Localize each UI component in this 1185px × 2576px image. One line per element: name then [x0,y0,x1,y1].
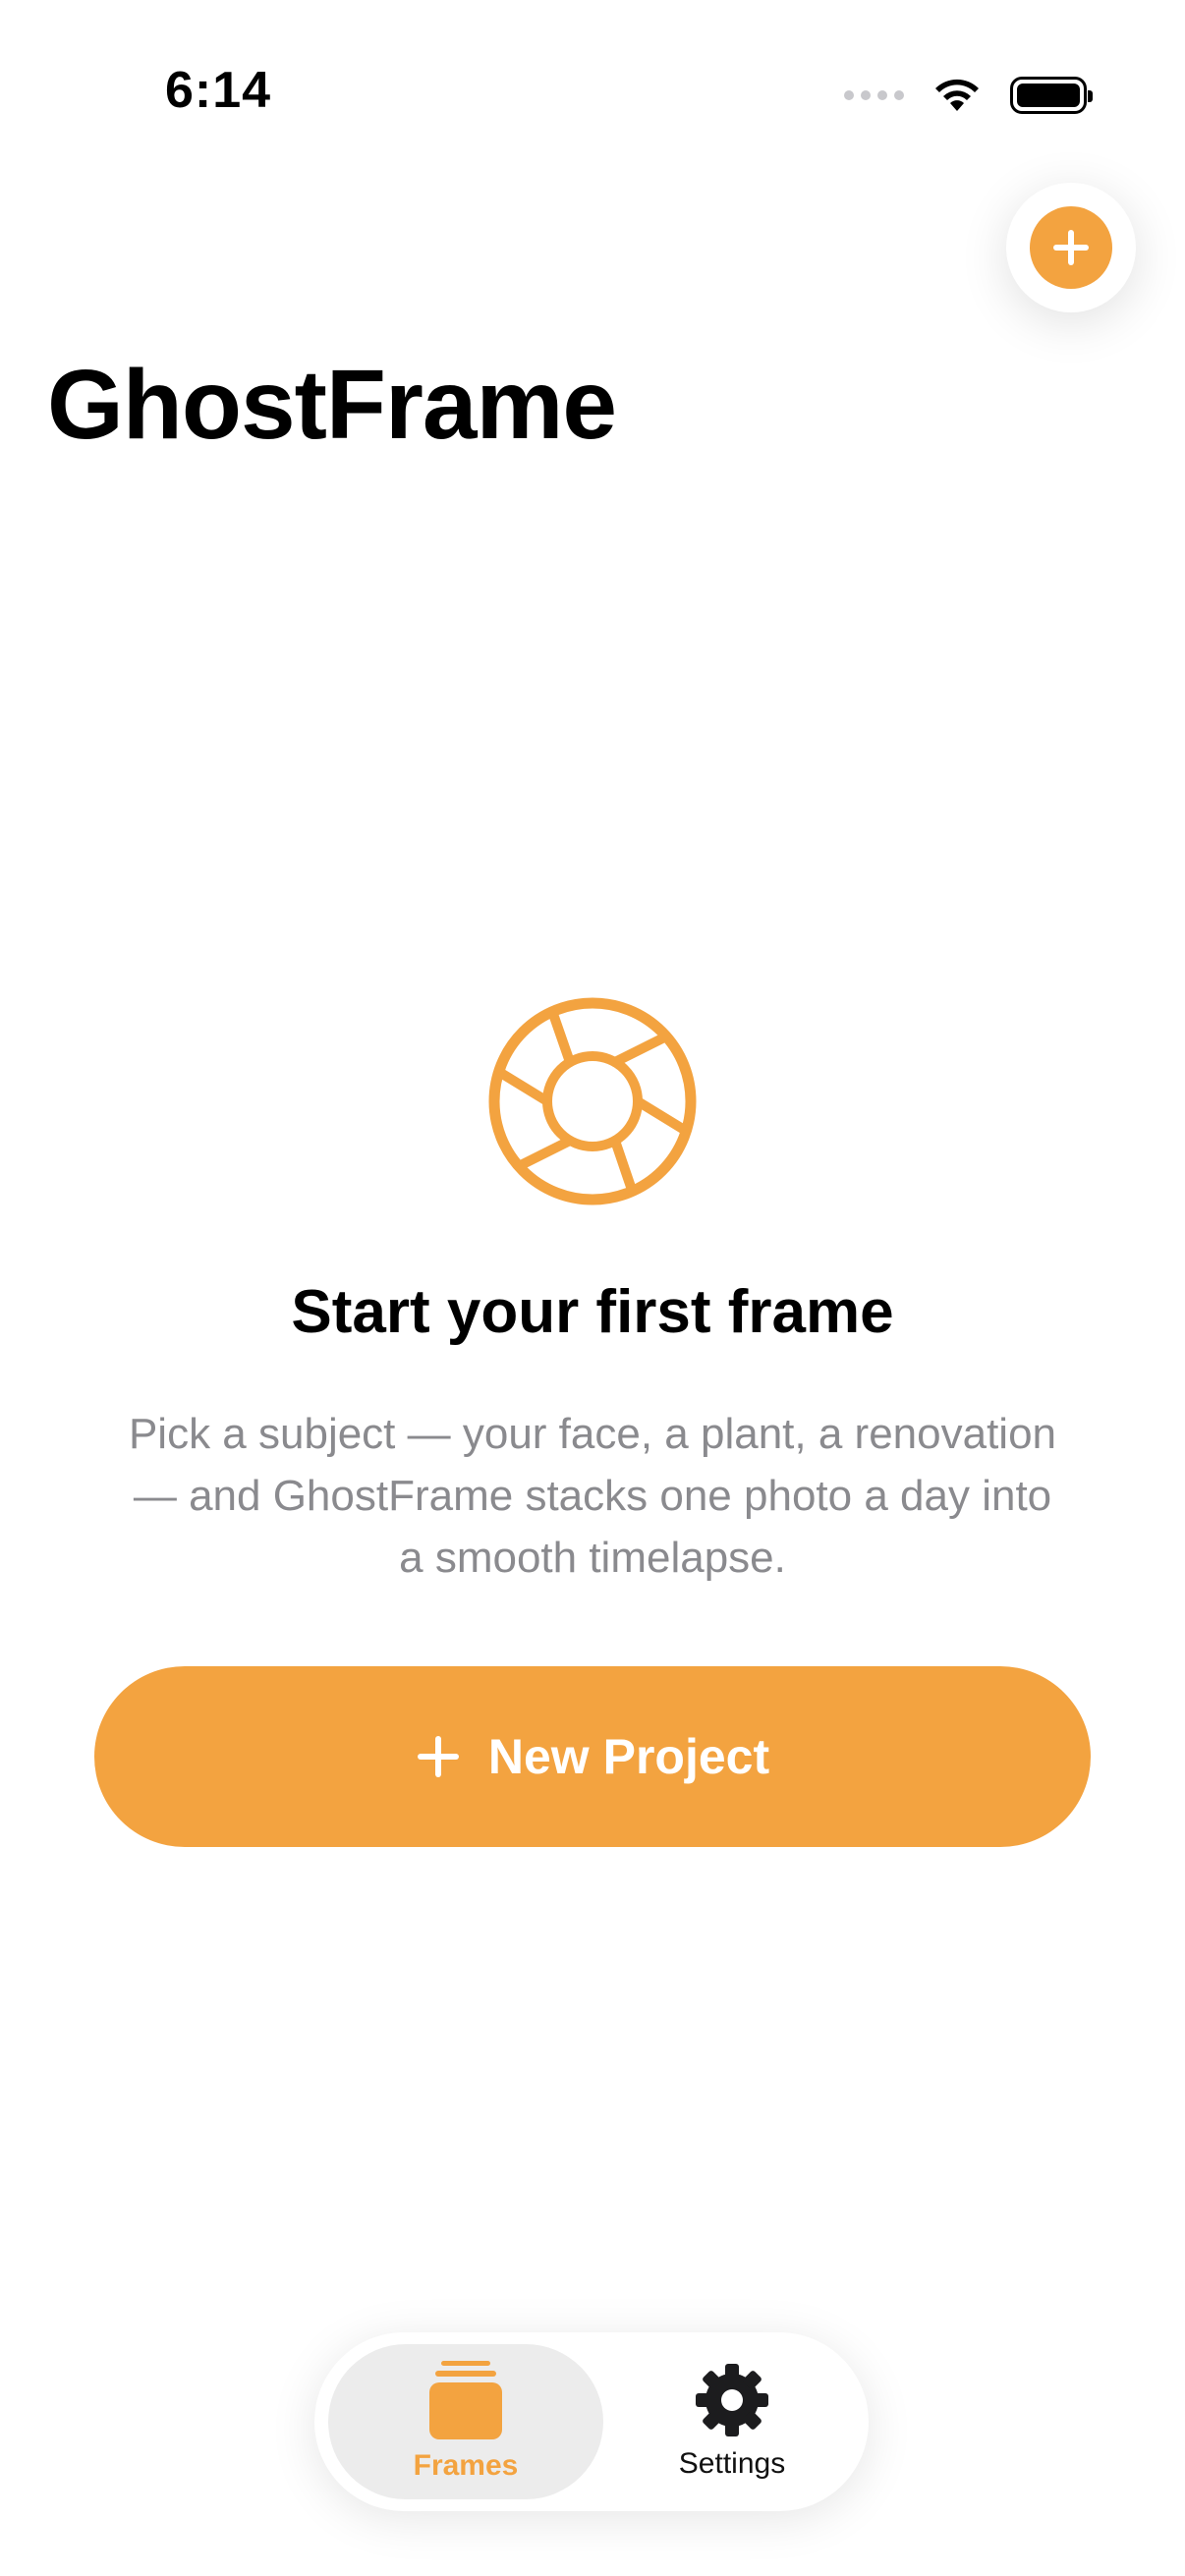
tab-settings[interactable]: Settings [609,2344,855,2499]
frames-stack-icon [429,2361,502,2439]
tab-bar: Frames Settings [314,2332,869,2511]
status-icons [844,71,1093,120]
tab-settings-label: Settings [678,2447,786,2480]
gear-icon [696,2364,768,2436]
wifi-icon [935,79,979,111]
new-project-button[interactable]: New Project [94,1666,1091,1847]
tab-frames-label: Frames [413,2449,519,2482]
plus-icon [1030,206,1112,289]
empty-state-title: Start your first frame [291,1278,894,1346]
status-time: 6:14 [165,62,272,119]
new-project-label: New Project [487,1729,770,1784]
aperture-icon [488,997,697,1205]
plus-icon [417,1736,459,1777]
battery-icon [1010,77,1093,114]
tab-frames[interactable]: Frames [328,2344,603,2499]
empty-state-description: Pick a subject — your face, a plant, a r… [128,1410,1057,1582]
cellular-signal-icon [844,90,904,100]
add-project-button[interactable] [1006,183,1136,312]
screen: 6:14 GhostFrame Start your first frame P… [0,0,1185,2576]
page-title: GhostFrame [47,350,617,460]
